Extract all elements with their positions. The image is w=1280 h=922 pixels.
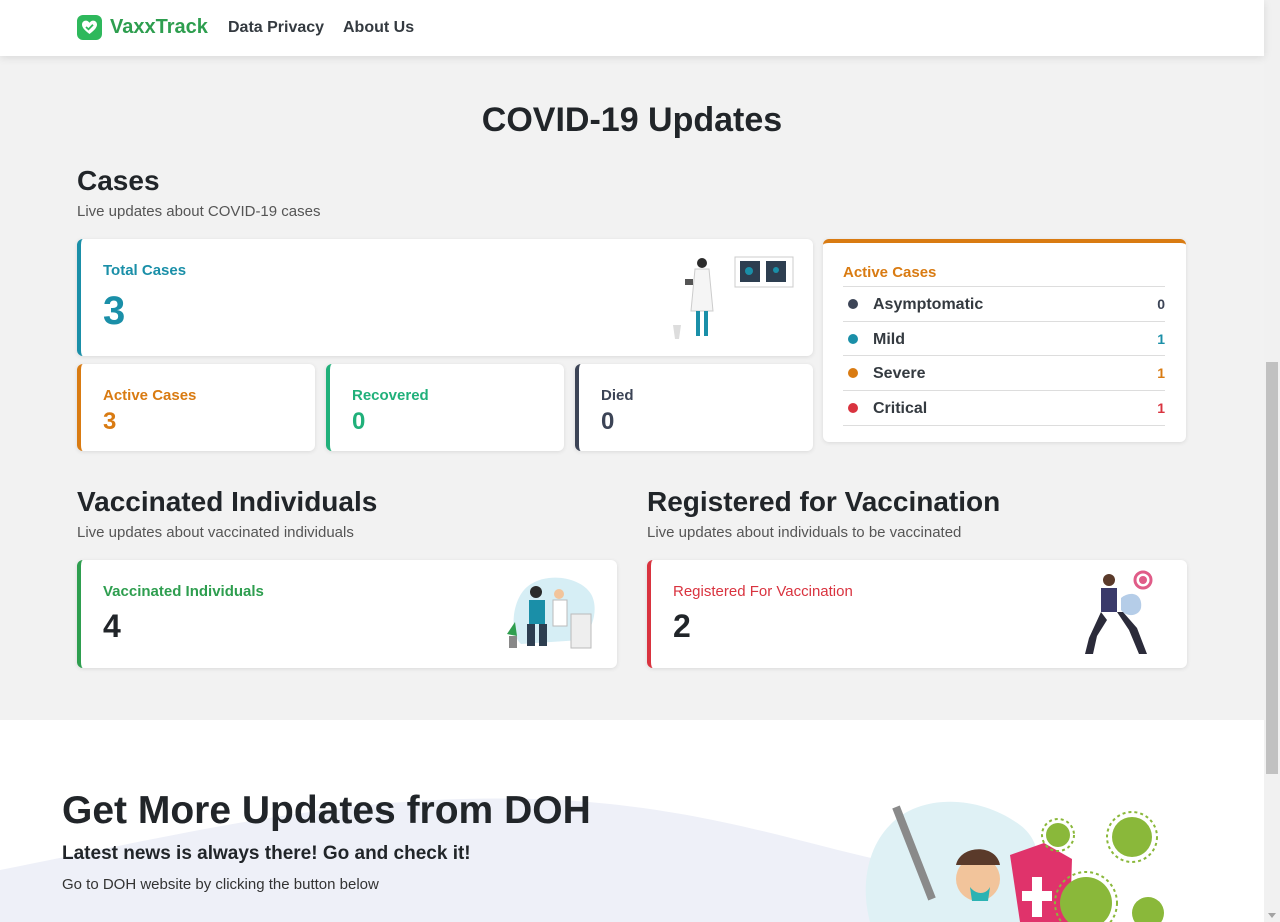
list-item: Mild 1 [843, 322, 1165, 357]
registered-subtitle: Live updates about individuals to be vac… [647, 524, 962, 541]
breakdown-name: Critical [873, 400, 928, 418]
registered-title: Registered for Vaccination [647, 486, 1001, 517]
breakdown-count: 0 [1157, 296, 1165, 312]
vaccinated-subtitle: Live updates about vaccinated individual… [77, 524, 354, 541]
virus-fighter-illustration [865, 801, 1164, 922]
vaccinated-label: Vaccinated Individuals [103, 583, 264, 600]
total-cases-value: 3 [103, 289, 126, 333]
dot-icon [848, 368, 858, 379]
recovered-card: Recovered 0 [326, 364, 564, 451]
scrollbar-thumb[interactable] [1266, 362, 1278, 774]
navbar: VaxxTrack Data Privacy About Us [0, 0, 1264, 56]
dot-icon [848, 403, 858, 414]
registered-card: Registered For Vaccination 2 [647, 560, 1187, 668]
scroll-down-arrow-icon[interactable] [1268, 913, 1276, 918]
recovered-label: Recovered [352, 387, 429, 404]
breakdown-title: Active Cases [843, 264, 937, 281]
heart-shield-icon [77, 15, 102, 40]
brand-name: VaxxTrack [110, 16, 208, 38]
doh-subtitle: Latest news is always there! Go and chec… [62, 843, 471, 864]
died-value: 0 [601, 408, 615, 435]
cases-subtitle: Live updates about COVID-19 cases [77, 203, 321, 220]
recovered-value: 0 [352, 408, 366, 435]
active-cases-breakdown-card: Active Cases Asymptomatic 0 Mild 1 Sever… [823, 239, 1186, 442]
doctor-illustration [673, 256, 794, 339]
breakdown-name: Asymptomatic [873, 296, 984, 313]
breakdown-list: Asymptomatic 0 Mild 1 Severe 1 Critical … [843, 286, 1165, 426]
total-cases-label: Total Cases [103, 262, 187, 279]
vaccination-illustration [507, 577, 595, 649]
died-label: Died [601, 387, 634, 404]
brand-link[interactable]: VaxxTrack [77, 15, 208, 40]
cases-title: Cases [77, 165, 160, 196]
registered-value: 2 [673, 608, 691, 644]
doh-description: Go to DOH website by clicking the button… [62, 876, 379, 893]
died-card: Died 0 [575, 364, 813, 451]
total-cases-card: Total Cases 3 [77, 239, 813, 356]
breakdown-name: Mild [873, 330, 905, 348]
page-scrollbar[interactable] [1264, 0, 1280, 922]
vaccinated-title: Vaccinated Individuals [77, 486, 378, 517]
doh-section: Get More Updates from DOH Latest news is… [0, 720, 1264, 922]
breakdown-count: 1 [1157, 365, 1165, 382]
breakdown-count: 1 [1157, 330, 1165, 347]
registered-label: Registered For Vaccination [673, 583, 853, 600]
dot-icon [848, 333, 858, 344]
active-cases-value: 3 [103, 408, 117, 435]
breakdown-name: Severe [873, 365, 926, 383]
list-item: Severe 1 [843, 356, 1165, 392]
breakdown-count: 1 [1157, 400, 1165, 417]
vaccinated-card: Vaccinated Individuals 4 [77, 560, 617, 668]
dot-icon [848, 299, 858, 309]
list-item: Critical 1 [843, 391, 1165, 426]
doh-title: Get More Updates from DOH [62, 789, 591, 832]
page-title: COVID-19 Updates [481, 101, 783, 139]
active-cases-card: Active Cases 3 [77, 364, 315, 451]
nav-data-privacy[interactable]: Data Privacy [228, 19, 324, 37]
fighter-illustration [1085, 570, 1153, 654]
active-cases-label: Active Cases [103, 387, 197, 404]
list-item: Asymptomatic 0 [843, 287, 1165, 322]
vaccinated-value: 4 [103, 608, 121, 644]
nav-about-us[interactable]: About Us [343, 19, 414, 37]
